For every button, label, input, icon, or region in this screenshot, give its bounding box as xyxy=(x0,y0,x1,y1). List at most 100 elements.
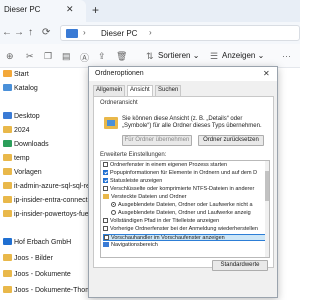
gallery-icon xyxy=(3,84,12,91)
setting-ntfs-color[interactable]: Verschlüsselte oder komprimierte NTFS-Da… xyxy=(103,186,269,193)
rename-icon[interactable]: Ⓐ xyxy=(80,51,89,64)
setting-status-bar[interactable]: Statusleiste anzeigen xyxy=(103,178,269,185)
dialog-title: Ordneroptionen xyxy=(95,70,144,77)
add-tab-icon[interactable]: + xyxy=(92,3,99,17)
folder-icon xyxy=(3,182,12,189)
sidebar-item-label: Vorlagen xyxy=(14,169,42,176)
checkbox-unchecked[interactable] xyxy=(103,186,108,191)
scrollbar[interactable] xyxy=(265,161,269,257)
checkbox-unchecked[interactable] xyxy=(103,226,108,231)
computer-icon xyxy=(66,29,78,38)
setting-show-hidden-files[interactable]: Ausgeblendete Dateien, Ordner und Laufwe… xyxy=(103,210,269,217)
reset-folders-button[interactable]: Ordner zurücksetzen xyxy=(198,135,264,146)
forward-icon[interactable]: → xyxy=(14,27,24,38)
navigation-bar: ← → ↑ ⟳ › Dieser PC › xyxy=(0,22,300,44)
apply-to-folders-button[interactable]: Für Ordner übernehmen xyxy=(122,135,192,146)
desktop-icon xyxy=(3,112,12,119)
setting-full-path[interactable]: Vollständigen Pfad in der Titelleiste an… xyxy=(103,218,269,225)
download-icon xyxy=(3,140,12,147)
folder-view-description: Sie können diese Ansicht (z. B. „Details… xyxy=(122,116,262,129)
chevron-down-icon: ⌄ xyxy=(257,51,265,60)
sidebar-item-label: Katalog xyxy=(14,85,38,92)
tab-dieser-pc[interactable]: Dieser PC ✕ xyxy=(0,0,86,22)
sort-label: Sortieren xyxy=(158,51,191,60)
tab-bar: Dieser PC ✕ + xyxy=(0,0,300,22)
navigation-pane: Start Katalog Desktop 2024 Downloads tem… xyxy=(0,68,116,300)
folder-options-dialog: Ordneroptionen ✕ Allgemein Ansicht Suche… xyxy=(88,66,278,298)
folder-icon xyxy=(3,196,12,203)
setting-label: Ausgeblendete Dateien, Ordner oder Laufw… xyxy=(118,202,253,208)
close-icon[interactable]: ✕ xyxy=(66,4,74,15)
restore-defaults-button[interactable]: Standardwerte xyxy=(212,260,268,271)
sidebar-item-downloads[interactable]: Downloads xyxy=(3,140,49,148)
setting-label: Popupinformationen für Elemente in Ordne… xyxy=(110,170,258,176)
sidebar-item-entra-connect[interactable]: ip-insider-entra-connect xyxy=(3,196,88,204)
folder-icon xyxy=(3,270,12,277)
setting-separate-process[interactable]: Ordnerfenster in einem eigenen Prozess s… xyxy=(103,162,269,169)
sort-icon: ⇅ xyxy=(146,51,154,61)
home-icon xyxy=(3,70,12,77)
sidebar-item-label: Desktop xyxy=(14,113,40,120)
folder-icon xyxy=(3,210,12,217)
setting-label: Statusleiste anzeigen xyxy=(110,178,163,184)
more-icon[interactable]: ··· xyxy=(282,51,291,61)
advanced-settings-list[interactable]: Ordnerfenster in einem eigenen Prozess s… xyxy=(100,160,270,258)
refresh-icon[interactable]: ⟳ xyxy=(42,27,50,38)
setting-label: Vorschauhandler im Vorschaufenster anzei… xyxy=(111,235,225,241)
sidebar-item-desktop[interactable]: Desktop xyxy=(3,112,40,120)
tab-panel-ansicht: Ordneransicht Sie können diese Ansicht (… xyxy=(93,96,274,271)
address-bar[interactable]: › Dieser PC › xyxy=(60,25,300,41)
delete-icon[interactable]: 🗑 xyxy=(116,51,127,62)
checkbox-unchecked[interactable] xyxy=(103,162,108,167)
view-button[interactable]: Anzeigen ⌄ xyxy=(222,51,264,60)
folder-icon xyxy=(3,254,12,261)
folder-icon xyxy=(3,154,12,161)
sidebar-item-2024[interactable]: 2024 xyxy=(3,126,30,134)
cut-icon[interactable]: ✂ xyxy=(26,51,34,62)
sidebar-item-label: Joos - Bilder xyxy=(14,255,53,262)
view-icon: ☰ xyxy=(210,51,219,61)
dialog-titlebar[interactable]: Ordneroptionen ✕ xyxy=(89,67,277,81)
setting-label: Ausgeblendete Dateien, Ordner und Laufwe… xyxy=(118,210,251,216)
chevron-right-icon: › xyxy=(83,28,86,37)
tab-allgemein[interactable]: Allgemein xyxy=(93,85,126,96)
close-icon[interactable]: ✕ xyxy=(263,69,270,78)
checkbox-checked[interactable] xyxy=(103,170,108,175)
checkbox-checked[interactable] xyxy=(103,178,108,183)
back-icon[interactable]: ← xyxy=(2,27,12,38)
sidebar-item-joos-bilder[interactable]: Joos - Bilder xyxy=(3,254,53,262)
folder-icon xyxy=(3,126,12,133)
sidebar-item-joos-dokumente[interactable]: Joos - Dokumente xyxy=(3,270,71,278)
sidebar-item-temp[interactable]: temp xyxy=(3,154,30,162)
scrollbar-thumb[interactable] xyxy=(265,171,269,201)
paste-icon[interactable]: ▤ xyxy=(62,51,71,62)
setting-popup-info[interactable]: Popupinformationen für Elemente in Ordne… xyxy=(103,170,269,177)
sidebar-item-label: ip-insider-entra-connect xyxy=(14,197,88,204)
sidebar-item-vorlagen[interactable]: Vorlagen xyxy=(3,168,42,176)
setting-hidden-files-group: Versteckte Dateien und Ordner xyxy=(103,194,269,201)
sidebar-item-start[interactable]: Start xyxy=(3,70,29,78)
radio-unselected[interactable] xyxy=(111,210,116,215)
checkbox-unchecked[interactable] xyxy=(104,235,109,240)
cloud-icon xyxy=(3,238,12,245)
new-icon[interactable]: ⊕ xyxy=(6,51,14,62)
tab-title: Dieser PC xyxy=(4,5,41,14)
setting-preview-handlers[interactable]: Vorschauhandler im Vorschaufenster anzei… xyxy=(103,234,269,241)
chevron-down-icon: ⌄ xyxy=(192,51,200,60)
radio-selected[interactable] xyxy=(111,202,116,207)
tab-suchen[interactable]: Suchen xyxy=(155,85,182,96)
advanced-settings-heading: Erweiterte Einstellungen: xyxy=(100,152,167,158)
folder-icon xyxy=(3,286,12,293)
setting-restore-windows[interactable]: Vorherige Ordnerfenster bei der Anmeldun… xyxy=(103,226,269,233)
sidebar-item-hof-erbach[interactable]: Hof Erbach GmbH xyxy=(3,238,71,246)
share-icon[interactable]: ⇪ xyxy=(98,51,106,62)
setting-hide-hidden-files[interactable]: Ausgeblendete Dateien, Ordner oder Laufw… xyxy=(103,202,269,209)
folder-icon xyxy=(103,194,109,199)
copy-icon[interactable]: ❐ xyxy=(44,51,52,62)
sidebar-item-joos-dokumente-thomas[interactable]: Joos - Dokumente-Thomas xyxy=(3,286,98,294)
address-text: Dieser PC xyxy=(101,29,138,38)
up-icon[interactable]: ↑ xyxy=(28,27,33,38)
sort-button[interactable]: Sortieren ⌄ xyxy=(158,51,199,60)
checkbox-unchecked[interactable] xyxy=(103,218,108,223)
sidebar-item-katalog[interactable]: Katalog xyxy=(3,84,38,92)
